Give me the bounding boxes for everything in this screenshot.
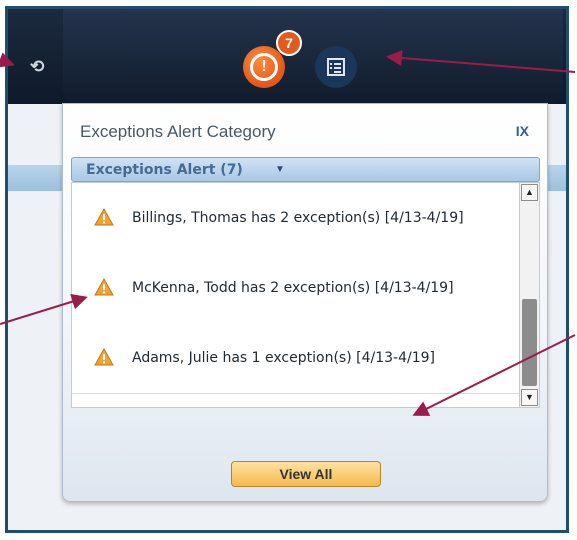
annotation-arrows [0,49,576,416]
annotation-arrow [0,52,15,68]
annotation-arrow [412,334,576,416]
annotation-arrow [386,49,576,73]
annotation-arrow [0,293,88,325]
